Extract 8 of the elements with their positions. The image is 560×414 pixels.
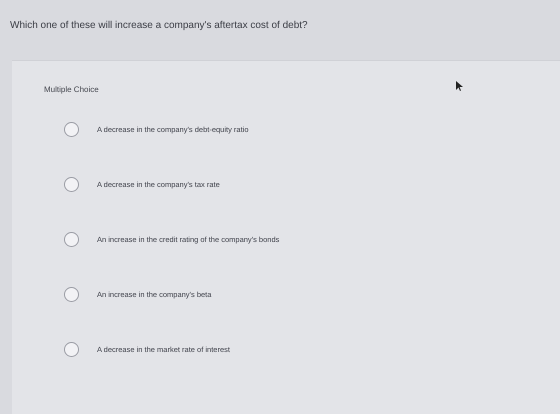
radio-button[interactable] — [64, 177, 79, 192]
question-type-label: Multiple Choice — [44, 85, 99, 94]
radio-button[interactable] — [64, 232, 79, 247]
radio-button[interactable] — [64, 287, 79, 302]
mouse-cursor-icon — [456, 81, 463, 91]
question-text: Which one of these will increase a company's aftertax cost of debt? — [9, 19, 309, 30]
radio-button[interactable] — [64, 342, 79, 357]
radio-button[interactable] — [64, 122, 79, 137]
